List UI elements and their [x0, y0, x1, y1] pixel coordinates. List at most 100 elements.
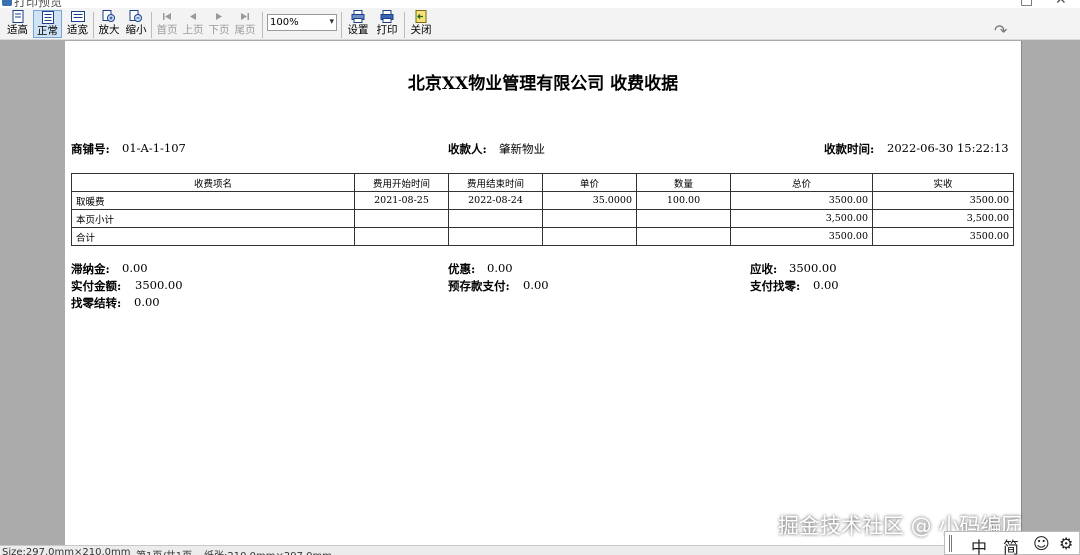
table-row: 合计 3500.00 3500.00 — [71, 227, 1014, 246]
zoom-select[interactable]: 100% ▾ — [267, 14, 337, 31]
table-cell — [542, 209, 637, 228]
fit-width-button[interactable]: 适宽 — [64, 10, 91, 38]
normal-button[interactable]: 正常 — [33, 10, 62, 38]
shop-label: 商铺号: — [71, 142, 110, 156]
receipt-title: 北京XX物业管理有限公司 收费收据 — [407, 74, 679, 94]
gear-icon[interactable]: ⚙ — [1059, 534, 1073, 553]
table-cell — [354, 209, 449, 228]
next-page-button[interactable]: 下页 — [206, 10, 232, 38]
printer-icon — [380, 10, 394, 23]
ime-toolbar: 中 简 ☺ ⚙ — [944, 531, 1080, 555]
close-button[interactable]: 关闭 — [408, 10, 434, 38]
zoom-in-icon — [102, 10, 115, 22]
paid-amount-value: 3500.00 — [135, 278, 183, 292]
zoom-out-button[interactable]: 缩小 — [123, 10, 149, 38]
last-page-label: 尾页 — [234, 24, 256, 36]
last-page-icon — [241, 13, 249, 20]
late-fee-label: 滞纳金: — [71, 262, 110, 276]
column-header: 总价 — [730, 173, 873, 192]
table-cell: 35.0000 — [542, 191, 637, 210]
page-size-status: Size:297.0mm×210.0mm — [2, 547, 131, 555]
redo-icon[interactable]: ↷ — [994, 21, 1007, 40]
fit-width-label: 适宽 — [67, 24, 88, 36]
chevron-down-icon: ▾ — [329, 17, 334, 27]
table-cell: 2021-08-25 — [354, 191, 449, 210]
page-count-status: 第1页/共1页 — [136, 547, 192, 555]
prepaid-value: 0.00 — [523, 278, 549, 292]
table-cell: 3,500.00 — [730, 209, 873, 228]
receipt-time-value: 2022-06-30 15:22:13 — [887, 141, 1009, 155]
column-header: 费用开始时间 — [354, 173, 449, 192]
ime-variant-toggle[interactable]: 简 — [1003, 534, 1019, 555]
shop-value: 01-A-1-107 — [122, 141, 186, 155]
receivable-value: 3500.00 — [789, 261, 837, 275]
close-window-icon[interactable]: ✕ — [1055, 0, 1067, 8]
paper-size-status: 纸张:210.0mm×297.0mm — [204, 547, 332, 555]
prev-page-icon — [190, 13, 196, 20]
settings-button[interactable]: 设置 — [345, 10, 371, 38]
table-cell: 3500.00 — [730, 227, 873, 246]
table-row: 本页小计 3,500.00 3,500.00 — [71, 209, 1014, 228]
maximize-icon[interactable]: □ — [1020, 0, 1033, 8]
next-page-icon — [216, 13, 222, 20]
last-page-button[interactable]: 尾页 — [232, 10, 258, 38]
fit-width-icon — [70, 11, 85, 22]
printer-settings-icon — [351, 10, 365, 23]
column-header: 费用结束时间 — [448, 173, 543, 192]
table-cell — [542, 227, 637, 246]
print-label: 打印 — [376, 24, 398, 36]
print-button[interactable]: 打印 — [374, 10, 400, 38]
exit-icon — [415, 10, 427, 23]
fit-height-icon — [12, 10, 23, 23]
late-fee-value: 0.00 — [122, 261, 148, 275]
table-cell — [448, 227, 543, 246]
receipt-time-label: 收款时间: — [824, 142, 875, 156]
zoom-out-icon — [129, 10, 142, 22]
table-cell: 3500.00 — [730, 191, 873, 210]
app-icon — [2, 0, 12, 6]
fit-height-label: 适高 — [7, 24, 28, 36]
table-cell — [636, 209, 731, 228]
emoji-icon[interactable]: ☺ — [1033, 534, 1050, 553]
table-cell — [448, 209, 543, 228]
prev-page-label: 上页 — [182, 24, 204, 36]
column-header: 收费项名 — [71, 173, 355, 192]
first-page-label: 首页 — [156, 24, 178, 36]
normal-icon — [41, 11, 54, 24]
next-page-label: 下页 — [208, 24, 230, 36]
prepaid-label: 预存款支付: — [448, 279, 510, 293]
close-label: 关闭 — [410, 24, 432, 36]
prev-page-button[interactable]: 上页 — [180, 10, 206, 38]
table-row: 取暖费 2021-08-25 2022-08-24 35.0000 100.00… — [71, 191, 1014, 210]
table-cell: 100.00 — [636, 191, 731, 210]
first-page-button[interactable]: 首页 — [154, 10, 180, 38]
toolbar-separator — [262, 12, 263, 38]
table-cell: 3500.00 — [872, 191, 1014, 210]
paid-amount-label: 实付金额: — [71, 279, 122, 293]
zoom-in-button[interactable]: 放大 — [96, 10, 122, 38]
change-label: 支付找零: — [750, 279, 801, 293]
change-carry-label: 找零结转: — [71, 296, 122, 310]
discount-value: 0.00 — [487, 261, 513, 275]
table-cell: 3,500.00 — [872, 209, 1014, 228]
change-value: 0.00 — [813, 278, 839, 292]
table-cell: 合计 — [71, 227, 355, 246]
toolbar-separator — [404, 12, 405, 38]
toolbar-separator — [341, 12, 342, 38]
column-header: 单价 — [542, 173, 637, 192]
ime-mode-toggle[interactable]: 中 — [971, 534, 987, 555]
payee-label: 收款人: — [448, 142, 487, 156]
receivable-label: 应收: — [750, 262, 778, 276]
column-header: 实收 — [872, 173, 1014, 192]
table-cell: 本页小计 — [71, 209, 355, 228]
zoom-value: 100% — [270, 17, 299, 28]
status-bar: Size:297.0mm×210.0mm 第1页/共1页 纸张:210.0mm×… — [0, 545, 1080, 555]
fee-table: 收费项名 费用开始时间 费用结束时间 单价 数量 总价 实收 取暖费 2021-… — [71, 173, 1014, 246]
toolbar-separator — [151, 12, 152, 38]
fit-height-button[interactable]: 适高 — [4, 10, 31, 38]
toolbar-separator — [93, 12, 94, 38]
column-header: 数量 — [636, 173, 731, 192]
window-title: 打印预览 — [14, 0, 63, 8]
table-cell: 2022-08-24 — [448, 191, 543, 210]
ime-grip-handle[interactable] — [949, 535, 952, 552]
